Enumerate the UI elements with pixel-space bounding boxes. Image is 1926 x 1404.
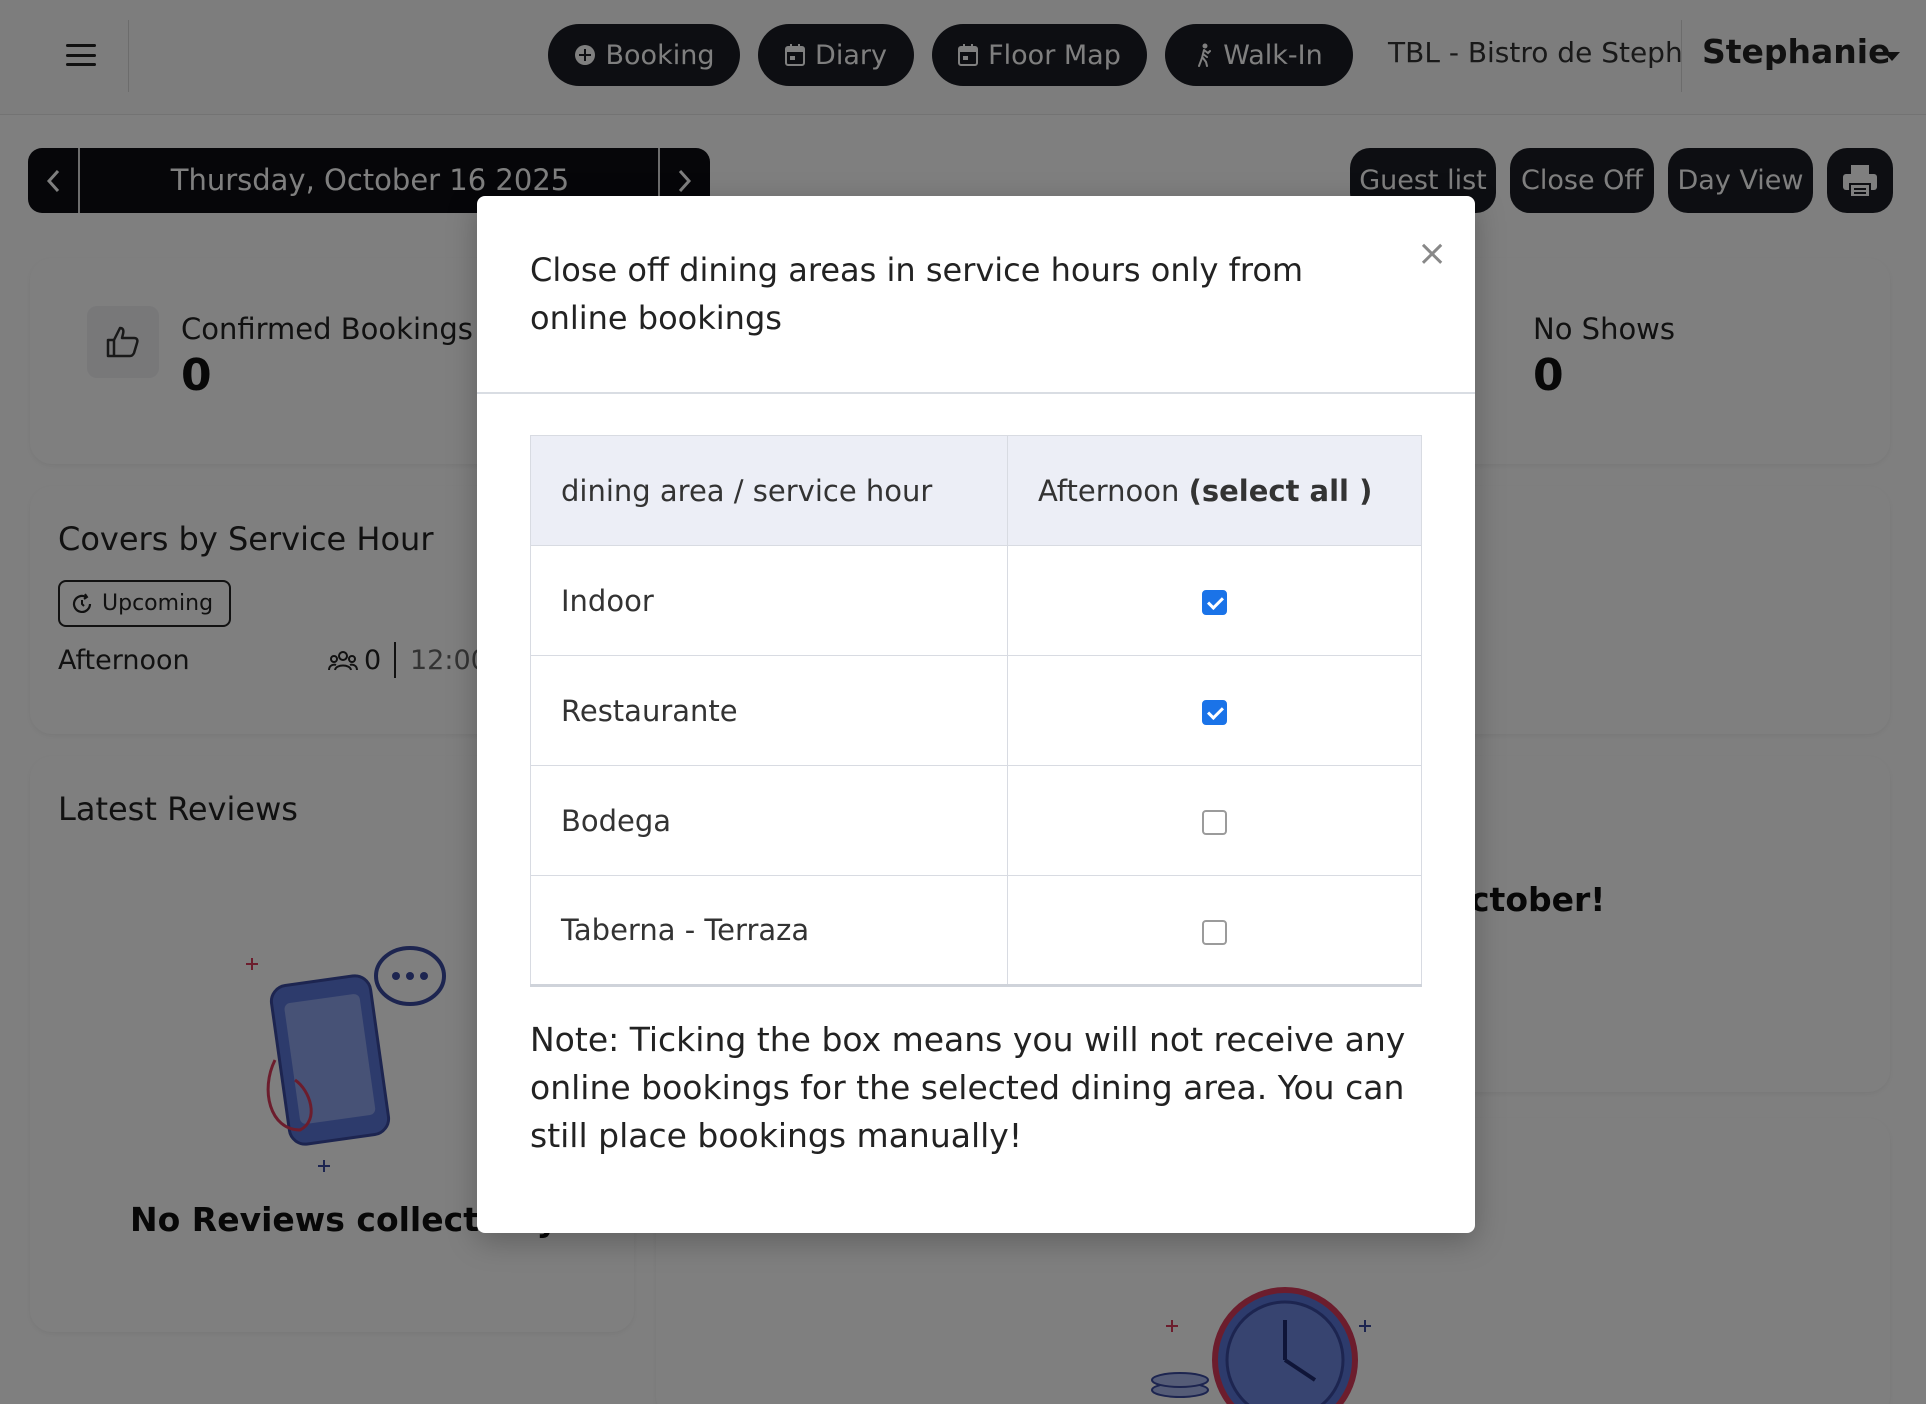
close-off-modal: Close off dining areas in service hours … — [477, 196, 1475, 1233]
close-off-checkbox[interactable] — [1202, 919, 1227, 945]
dining-area-name: Taberna - Terraza — [530, 875, 1008, 987]
close-icon[interactable]: × — [1417, 236, 1447, 272]
table-row: Taberna - Terraza — [530, 875, 1422, 987]
table-header-row: dining area / service hour Afternoon (se… — [530, 435, 1422, 546]
dining-area-name: Restaurante — [530, 655, 1008, 766]
close-off-table: dining area / service hour Afternoon (se… — [530, 435, 1422, 987]
close-off-checkbox[interactable] — [1202, 590, 1227, 615]
table-row: Indoor — [530, 545, 1422, 656]
column-header-area: dining area / service hour — [530, 435, 1008, 546]
service-hour-name: Afternoon — [1038, 473, 1180, 508]
select-all-link[interactable]: (select all ) — [1189, 474, 1373, 508]
modal-note: Note: Ticking the box means you will not… — [530, 1020, 1406, 1155]
modal-title: Close off dining areas in service hours … — [530, 251, 1304, 337]
modal-header: Close off dining areas in service hours … — [477, 196, 1475, 394]
dining-area-name: Indoor — [530, 545, 1008, 656]
column-header-service-hour: Afternoon (select all ) — [1007, 435, 1422, 546]
table-row: Restaurante — [530, 655, 1422, 766]
table-row: Bodega — [530, 765, 1422, 876]
close-off-checkbox[interactable] — [1202, 810, 1227, 835]
dining-area-name: Bodega — [530, 765, 1008, 876]
close-off-checkbox[interactable] — [1202, 700, 1227, 725]
